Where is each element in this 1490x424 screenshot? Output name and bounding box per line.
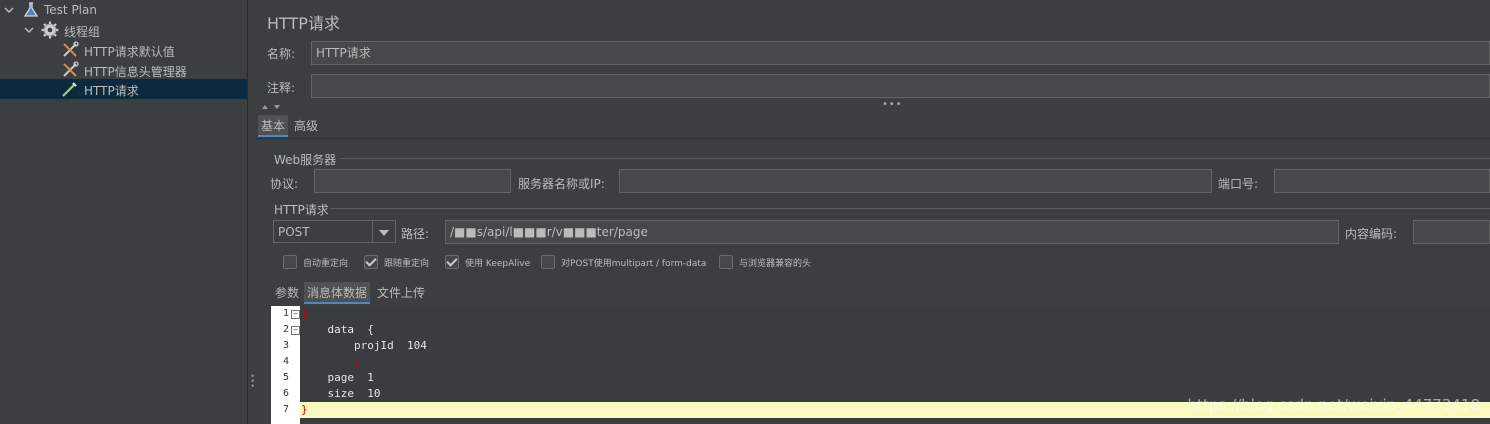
tree-item-label: HTTP信息头管理器 <box>84 65 187 79</box>
http-request-panel: HTTP请求 名称: HTTP请求 注释: ••• 基本 高级 Web服务器 协… <box>256 0 1490 424</box>
gear-icon <box>41 21 59 39</box>
checkbox-label: 对POST使用multipart / form-data <box>561 259 707 269</box>
comment-label: 注释: <box>267 81 296 95</box>
line-number: 5 <box>282 372 289 383</box>
path-label: 路径: <box>401 227 430 241</box>
collapse-arrows-icon[interactable] <box>261 103 283 111</box>
web-server-group-label: Web服务器 <box>274 153 337 167</box>
wrench-icon <box>63 41 79 57</box>
http-request-group-label: HTTP请求 <box>274 203 329 217</box>
checkbox-label: 跟随重定向 <box>384 259 430 269</box>
panel-splitter[interactable]: • • • <box>247 0 256 424</box>
code-line: projId 104 <box>301 339 427 352</box>
tab-advanced[interactable]: 高级 <box>291 115 321 137</box>
tree-item-header-manager[interactable]: HTTP信息头管理器 <box>0 60 247 80</box>
checkbox-label: 自动重定向 <box>303 259 349 269</box>
auto-redirect-checkbox[interactable] <box>283 255 297 269</box>
tree-item-test-plan[interactable]: Test Plan <box>0 0 247 20</box>
protocol-label: 协议: <box>270 177 299 191</box>
code-line: } <box>301 403 308 416</box>
tab-params[interactable]: 参数 <box>272 282 302 304</box>
chevron-down-icon[interactable] <box>24 25 34 35</box>
path-field[interactable]: /■■s/api/l■■■r/v■■■ter/page <box>445 220 1339 244</box>
tree-item-label: HTTP请求 <box>84 84 139 98</box>
method-select[interactable]: POST <box>273 220 396 243</box>
divider-grip-icon[interactable]: ••• <box>882 99 903 110</box>
code-line: size 10 <box>301 387 381 400</box>
checkbox-label: 与浏览器兼容的头 <box>739 259 812 269</box>
drag-handle-icon[interactable]: • • • <box>250 373 255 392</box>
code-line: data { <box>301 323 374 336</box>
tree-item-label: Test Plan <box>44 3 97 17</box>
port-label: 端口号: <box>1218 177 1259 191</box>
multipart-checkbox[interactable] <box>541 255 555 269</box>
encoding-label: 内容编码: <box>1345 227 1398 241</box>
tree-item-thread-group[interactable]: 线程组 <box>0 20 247 40</box>
line-number: 7 <box>282 404 289 415</box>
line-number: 2 <box>282 324 289 335</box>
line-number: 4 <box>282 356 289 367</box>
browser-headers-checkbox[interactable] <box>719 255 733 269</box>
port-field[interactable] <box>1274 169 1490 193</box>
chevron-down-icon[interactable] <box>4 5 14 15</box>
fold-collapse-icon[interactable]: − <box>291 310 300 319</box>
pipette-icon <box>62 82 77 97</box>
tab-body-data[interactable]: 消息体数据 <box>304 282 371 304</box>
method-value: POST <box>278 225 310 239</box>
server-field[interactable] <box>619 169 1212 193</box>
group-divider <box>340 158 1490 159</box>
code-line: { <box>301 307 308 320</box>
line-number: 3 <box>282 340 289 351</box>
comment-field[interactable] <box>311 74 1490 98</box>
encoding-field[interactable] <box>1413 220 1490 244</box>
chevron-down-icon[interactable] <box>372 221 395 242</box>
name-label: 名称: <box>267 47 296 61</box>
tree-item-http-request[interactable]: HTTP请求 <box>0 79 247 99</box>
watermark: https://blog.csdn.net/weixin_44773418 <box>1187 396 1480 414</box>
tree-item-http-defaults[interactable]: HTTP请求默认值 <box>0 40 247 60</box>
page-title: HTTP请求 <box>267 14 340 33</box>
follow-redirect-checkbox[interactable] <box>364 255 378 269</box>
checkbox-label: 使用 KeepAlive <box>465 259 531 269</box>
tab-divider <box>256 138 1490 139</box>
keepalive-checkbox[interactable] <box>445 255 459 269</box>
tab-basic[interactable]: 基本 <box>258 115 289 137</box>
group-divider <box>330 208 1490 209</box>
protocol-field[interactable] <box>314 169 511 193</box>
line-number: 1 <box>282 308 289 319</box>
wrench-icon <box>63 61 79 77</box>
fold-collapse-icon[interactable]: − <box>291 326 300 335</box>
name-field[interactable]: HTTP请求 <box>311 41 1490 65</box>
tree-item-label: HTTP请求默认值 <box>84 45 175 59</box>
tree-item-label: 线程组 <box>64 25 101 39</box>
line-number-gutter: 1 2 3 4 5 6 7 − − <box>271 306 300 424</box>
server-label: 服务器名称或IP: <box>518 177 605 191</box>
test-plan-tree: Test Plan 线程组 HTTP请求默认值 HTTP信息头管理器 HTTP请… <box>0 0 247 424</box>
line-number: 6 <box>282 388 289 399</box>
code-line: } <box>301 355 361 368</box>
flask-icon <box>23 2 39 17</box>
code-line: page 1 <box>301 371 374 384</box>
tab-file-upload[interactable]: 文件上传 <box>374 282 428 304</box>
